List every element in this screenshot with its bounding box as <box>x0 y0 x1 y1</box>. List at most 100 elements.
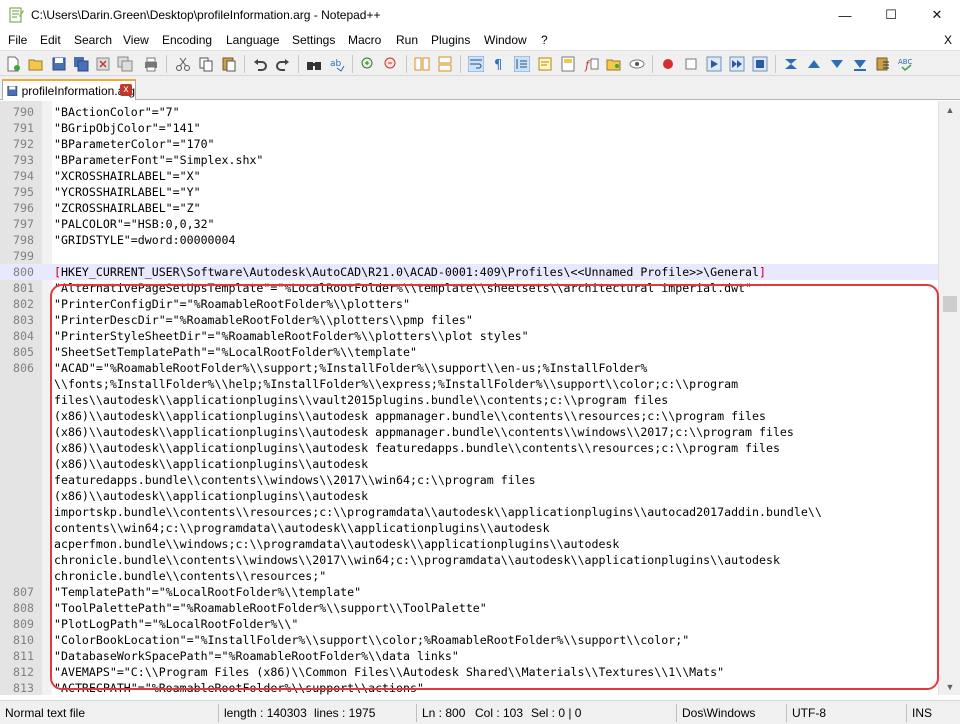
fold-all-button[interactable] <box>782 55 800 73</box>
maximize-button[interactable]: ☐ <box>868 0 914 30</box>
menu-window[interactable]: Window <box>484 33 527 47</box>
new-file-button[interactable] <box>4 55 22 73</box>
monitoring-button[interactable] <box>628 55 646 73</box>
scroll-thumb[interactable] <box>943 296 957 312</box>
function-list-button[interactable]: f <box>582 55 600 73</box>
indent-guide-button[interactable] <box>513 55 531 73</box>
find-button[interactable] <box>305 55 323 73</box>
menu-run[interactable]: Run <box>396 33 418 47</box>
status-column: Col : 103 <box>475 706 524 720</box>
scroll-up-icon[interactable]: ▲ <box>939 101 960 118</box>
cut-button[interactable] <box>174 55 192 73</box>
save-all-button[interactable] <box>72 55 90 73</box>
print-button[interactable] <box>142 55 160 73</box>
code-line[interactable]: 803 "PrinterDescDir"="%RoamableRootFolder… <box>0 312 938 328</box>
zoom-out-button[interactable] <box>382 55 400 73</box>
code-line[interactable]: 795 "YCROSSHAIRLABEL"="Y" <box>0 184 938 200</box>
code-line[interactable]: 797 "PALCOLOR"="HSB:0,0,32" <box>0 216 938 232</box>
word-wrap-button[interactable] <box>467 55 485 73</box>
code-line[interactable]: 796 "ZCROSSHAIRLABEL"="Z" <box>0 200 938 216</box>
document-map-button[interactable] <box>559 55 577 73</box>
tab-close-icon[interactable]: x <box>120 84 132 96</box>
code-line[interactable]: contents\\win64;c:\\programdata\\autodes… <box>0 520 938 536</box>
code-line[interactable]: 810 "ColorBookLocation"="%InstallFolder%\… <box>0 632 938 648</box>
move-down-button[interactable] <box>828 55 846 73</box>
close-file-button[interactable] <box>94 55 112 73</box>
close-window-button[interactable]: ✕ <box>914 0 960 30</box>
code-line[interactable]: (x86)\\autodesk\\applicationplugins\\aut… <box>0 488 938 504</box>
open-file-button[interactable] <box>27 55 45 73</box>
menu-help[interactable]: ? <box>541 33 548 47</box>
copy-button[interactable] <box>197 55 215 73</box>
paste-button[interactable] <box>220 55 238 73</box>
code-line[interactable]: importskp.bundle\\contents\\resources;c:… <box>0 504 938 520</box>
editor-pane[interactable]: 790 "BActionColor"="7" 791 "BGripObjColor"=… <box>0 101 960 695</box>
code-line[interactable]: 793 "BParameterFont"="Simplex.shx" <box>0 152 938 168</box>
undo-button[interactable] <box>251 55 269 73</box>
zoom-in-button[interactable] <box>359 55 377 73</box>
code-area[interactable]: 790 "BActionColor"="7" 791 "BGripObjColor"=… <box>0 104 938 695</box>
user-defined-language-button[interactable] <box>536 55 554 73</box>
code-line[interactable]: 812 "AVEMAPS"="C:\\Program Files (x86)\\C… <box>0 664 938 680</box>
code-line[interactable]: (x86)\\autodesk\\applicationplugins\\aut… <box>0 456 938 472</box>
code-line[interactable]: 809 "PlotLogPath"="%LocalRootFolder%\\" <box>0 616 938 632</box>
redo-button[interactable] <box>274 55 292 73</box>
run-macro-multiple-button[interactable] <box>728 55 746 73</box>
record-macro-button[interactable] <box>659 55 677 73</box>
code-line[interactable]: files\\autodesk\\applicationplugins\\vau… <box>0 392 938 408</box>
tab-profileinformation[interactable]: profileInformation.arg x <box>2 79 136 100</box>
save-button[interactable] <box>50 55 68 73</box>
spell-check-button[interactable]: ABC <box>897 55 915 73</box>
previous-bookmark-button[interactable] <box>851 55 869 73</box>
save-macro-button[interactable] <box>751 55 769 73</box>
menu-settings[interactable]: Settings <box>292 33 335 47</box>
code-line[interactable]: 794 "XCROSSHAIRLABEL"="X" <box>0 168 938 184</box>
code-line[interactable]: chronicle.bundle\\contents\\windows\\201… <box>0 552 938 568</box>
move-up-button[interactable] <box>805 55 823 73</box>
code-line[interactable]: 792 "BParameterColor"="170" <box>0 136 938 152</box>
close-all-button[interactable] <box>116 55 134 73</box>
scroll-down-icon[interactable]: ▼ <box>939 678 960 695</box>
play-macro-button[interactable] <box>705 55 723 73</box>
code-line[interactable]: 798 "GRIDSTYLE"=dword:00000004 <box>0 232 938 248</box>
code-line[interactable]: 808 "ToolPalettePath"="%RoamableRootFolde… <box>0 600 938 616</box>
code-line[interactable]: (x86)\\autodesk\\applicationplugins\\aut… <box>0 408 938 424</box>
code-line[interactable]: 799 <box>0 248 938 264</box>
minimize-button[interactable]: — <box>822 0 868 30</box>
code-line[interactable]: 813 "ACTRECPATH"="%RoamableRootFolder%\\s… <box>0 680 938 695</box>
menu-view[interactable]: View <box>123 33 149 47</box>
folder-as-workspace-button[interactable] <box>605 55 623 73</box>
current-line[interactable]: 800 [HKEY_CURRENT_USER\Software\Autodesk\… <box>0 264 938 280</box>
code-line[interactable]: 811 "DatabaseWorkSpacePath"="%RoamableRoo… <box>0 648 938 664</box>
show-all-characters-button[interactable]: ¶ <box>490 55 508 73</box>
replace-button[interactable]: ab <box>328 55 346 73</box>
code-line[interactable]: 802 "PrinterConfigDir"="%RoamableRootFold… <box>0 296 938 312</box>
code-line[interactable]: 805 "SheetSetTemplatePath"="%LocalRootFol… <box>0 344 938 360</box>
menu-language[interactable]: Language <box>226 33 279 47</box>
code-line[interactable]: 801 "AlternativePageSetUpsTemplate"="%Loc… <box>0 280 938 296</box>
menu-macro[interactable]: Macro <box>348 33 381 47</box>
code-line[interactable]: \\fonts;%InstallFolder%\\help;%InstallFo… <box>0 376 938 392</box>
code-line[interactable]: 806 "ACAD"="%RoamableRootFolder%\\support… <box>0 360 938 376</box>
code-line[interactable]: 791 "BGripObjColor"="141" <box>0 120 938 136</box>
menu-plugins[interactable]: Plugins <box>431 33 470 47</box>
code-line[interactable]: featuredapps.bundle\\contents\\windows\\… <box>0 472 938 488</box>
sync-horizontal-button[interactable] <box>436 55 454 73</box>
code-line[interactable]: 804 "PrinterStyleSheetDir"="%RoamableRoot… <box>0 328 938 344</box>
code-line[interactable]: 790 "BActionColor"="7" <box>0 104 938 120</box>
code-line[interactable]: acperfmon.bundle\\windows;c:\\programdat… <box>0 536 938 552</box>
sync-vertical-button[interactable] <box>413 55 431 73</box>
code-line[interactable]: (x86)\\autodesk\\applicationplugins\\aut… <box>0 440 938 456</box>
menu-search[interactable]: Search <box>74 33 112 47</box>
menu-encoding[interactable]: Encoding <box>162 33 212 47</box>
paste-html-button[interactable] <box>874 55 892 73</box>
menu-file[interactable]: File <box>8 33 27 47</box>
code-line[interactable]: (x86)\\autodesk\\applicationplugins\\aut… <box>0 424 938 440</box>
menu-edit[interactable]: Edit <box>40 33 61 47</box>
code-line[interactable]: 807 "TemplatePath"="%LocalRootFolder%\\te… <box>0 584 938 600</box>
close-icon: ✕ <box>931 7 943 22</box>
close-document-button[interactable]: X <box>944 33 952 47</box>
code-line[interactable]: chronicle.bundle\\contents\\resources;" <box>0 568 938 584</box>
stop-macro-button[interactable] <box>682 55 700 73</box>
vertical-scrollbar[interactable]: ▲ ▼ <box>938 101 960 695</box>
